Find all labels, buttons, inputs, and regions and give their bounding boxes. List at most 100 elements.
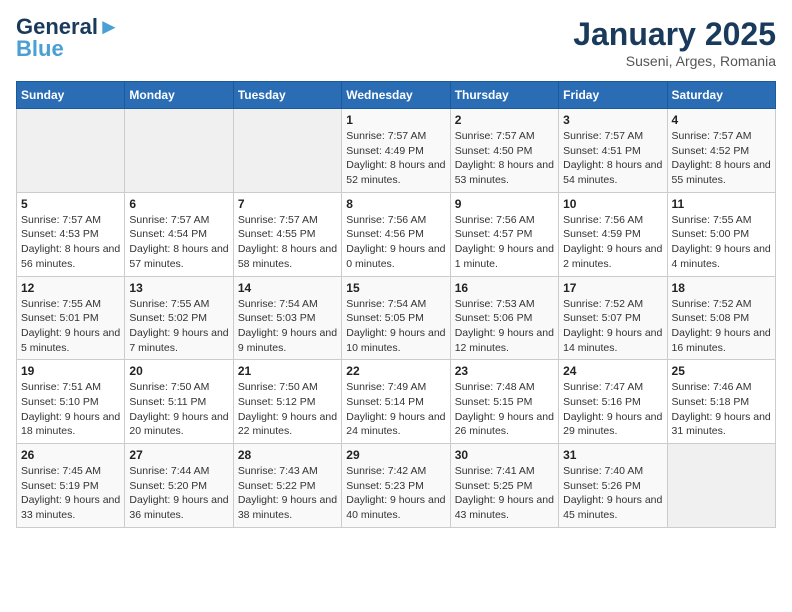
calendar-cell: 31Sunrise: 7:40 AM Sunset: 5:26 PM Dayli…	[559, 444, 667, 528]
calendar-cell: 19Sunrise: 7:51 AM Sunset: 5:10 PM Dayli…	[17, 360, 125, 444]
calendar-cell	[17, 109, 125, 193]
day-info: Sunrise: 7:55 AM Sunset: 5:01 PM Dayligh…	[21, 297, 120, 356]
calendar-week-row: 19Sunrise: 7:51 AM Sunset: 5:10 PM Dayli…	[17, 360, 776, 444]
calendar-cell: 22 Sunrise: 7:49 AM Sunset: 5:14 PM Dayli…	[342, 360, 450, 444]
calendar-cell: 26 Sunrise: 7:45 AM Sunset: 5:19 PM Dayli…	[17, 444, 125, 528]
calendar-cell: 4Sunrise: 7:57 AM Sunset: 4:52 PM Daylig…	[667, 109, 775, 193]
day-info: Sunrise: 7:54 AM Sunset: 5:03 PM Dayligh…	[238, 297, 337, 356]
day-number: 2	[455, 113, 554, 127]
day-info: Sunrise: 7:45 AM Sunset: 5:19 PM Dayligh…	[21, 464, 120, 523]
location-subtitle: Suseni, Arges, Romania	[573, 53, 776, 69]
day-info: Sunrise: 7:57 AM Sunset: 4:51 PM Dayligh…	[563, 129, 662, 188]
calendar-table: SundayMondayTuesdayWednesdayThursdayFrid…	[16, 81, 776, 528]
day-number: 26	[21, 448, 120, 462]
calendar-day-header: Sunday	[17, 82, 125, 109]
calendar-cell	[125, 109, 233, 193]
day-info: Sunrise: 7:44 AM Sunset: 5:20 PM Dayligh…	[129, 464, 228, 523]
day-info: Sunrise: 7:57 AM Sunset: 4:49 PM Dayligh…	[346, 129, 445, 188]
day-info: Sunrise: 7:56 AM Sunset: 4:59 PM Dayligh…	[563, 213, 662, 272]
day-info: Sunrise: 7:40 AM Sunset: 5:26 PM Dayligh…	[563, 464, 662, 523]
day-number: 30	[455, 448, 554, 462]
day-number: 8	[346, 197, 445, 211]
calendar-cell: 17 Sunrise: 7:52 AM Sunset: 5:07 PM Dayli…	[559, 276, 667, 360]
logo-subtext: Blue	[16, 38, 120, 60]
calendar-cell: 2 Sunrise: 7:57 AM Sunset: 4:50 PM Daylig…	[450, 109, 558, 193]
calendar-cell: 23 Sunrise: 7:48 AM Sunset: 5:15 PM Dayli…	[450, 360, 558, 444]
calendar-cell: 12 Sunrise: 7:55 AM Sunset: 5:01 PM Dayli…	[17, 276, 125, 360]
day-number: 21	[238, 364, 337, 378]
calendar-cell: 30Sunrise: 7:41 AM Sunset: 5:25 PM Dayli…	[450, 444, 558, 528]
day-number: 9	[455, 197, 554, 211]
day-info: Sunrise: 7:57 AM Sunset: 4:50 PM Dayligh…	[455, 129, 554, 188]
calendar-week-row: 12 Sunrise: 7:55 AM Sunset: 5:01 PM Dayli…	[17, 276, 776, 360]
calendar-day-header: Friday	[559, 82, 667, 109]
day-number: 16	[455, 281, 554, 295]
calendar-cell: 7Sunrise: 7:57 AM Sunset: 4:55 PM Daylig…	[233, 192, 341, 276]
calendar-cell: 18Sunrise: 7:52 AM Sunset: 5:08 PM Dayli…	[667, 276, 775, 360]
day-info: Sunrise: 7:56 AM Sunset: 4:57 PM Dayligh…	[455, 213, 554, 272]
day-number: 1	[346, 113, 445, 127]
calendar-cell	[233, 109, 341, 193]
day-info: Sunrise: 7:53 AM Sunset: 5:06 PM Dayligh…	[455, 297, 554, 356]
calendar-week-row: 5Sunrise: 7:57 AM Sunset: 4:53 PM Daylig…	[17, 192, 776, 276]
calendar-week-row: 1 Sunrise: 7:57 AM Sunset: 4:49 PM Daylig…	[17, 109, 776, 193]
day-info: Sunrise: 7:47 AM Sunset: 5:16 PM Dayligh…	[563, 380, 662, 439]
calendar-cell: 3 Sunrise: 7:57 AM Sunset: 4:51 PM Daylig…	[559, 109, 667, 193]
calendar-day-header: Wednesday	[342, 82, 450, 109]
day-info: Sunrise: 7:50 AM Sunset: 5:11 PM Dayligh…	[129, 380, 228, 439]
calendar-day-header: Saturday	[667, 82, 775, 109]
day-number: 3	[563, 113, 662, 127]
day-number: 23	[455, 364, 554, 378]
day-number: 14	[238, 281, 337, 295]
calendar-cell: 21Sunrise: 7:50 AM Sunset: 5:12 PM Dayli…	[233, 360, 341, 444]
day-info: Sunrise: 7:57 AM Sunset: 4:52 PM Dayligh…	[672, 129, 771, 188]
day-number: 13	[129, 281, 228, 295]
day-number: 18	[672, 281, 771, 295]
calendar-cell: 10 Sunrise: 7:56 AM Sunset: 4:59 PM Dayli…	[559, 192, 667, 276]
logo: General► Blue	[16, 16, 120, 60]
day-info: Sunrise: 7:52 AM Sunset: 5:07 PM Dayligh…	[563, 297, 662, 356]
day-info: Sunrise: 7:56 AM Sunset: 4:56 PM Dayligh…	[346, 213, 445, 272]
day-number: 10	[563, 197, 662, 211]
calendar-cell: 28Sunrise: 7:43 AM Sunset: 5:22 PM Dayli…	[233, 444, 341, 528]
calendar-week-row: 26 Sunrise: 7:45 AM Sunset: 5:19 PM Dayli…	[17, 444, 776, 528]
calendar-cell: 1 Sunrise: 7:57 AM Sunset: 4:49 PM Daylig…	[342, 109, 450, 193]
day-number: 12	[21, 281, 120, 295]
page-header: General► Blue January 2025 Suseni, Arges…	[16, 16, 776, 69]
calendar-cell: 27Sunrise: 7:44 AM Sunset: 5:20 PM Dayli…	[125, 444, 233, 528]
calendar-cell: 6 Sunrise: 7:57 AM Sunset: 4:54 PM Daylig…	[125, 192, 233, 276]
day-info: Sunrise: 7:55 AM Sunset: 5:02 PM Dayligh…	[129, 297, 228, 356]
day-info: Sunrise: 7:48 AM Sunset: 5:15 PM Dayligh…	[455, 380, 554, 439]
calendar-cell: 16 Sunrise: 7:53 AM Sunset: 5:06 PM Dayli…	[450, 276, 558, 360]
day-number: 28	[238, 448, 337, 462]
calendar-cell: 24 Sunrise: 7:47 AM Sunset: 5:16 PM Dayli…	[559, 360, 667, 444]
calendar-day-header: Monday	[125, 82, 233, 109]
calendar-cell: 20 Sunrise: 7:50 AM Sunset: 5:11 PM Dayli…	[125, 360, 233, 444]
day-info: Sunrise: 7:49 AM Sunset: 5:14 PM Dayligh…	[346, 380, 445, 439]
calendar-cell	[667, 444, 775, 528]
day-number: 6	[129, 197, 228, 211]
day-info: Sunrise: 7:42 AM Sunset: 5:23 PM Dayligh…	[346, 464, 445, 523]
calendar-cell: 5Sunrise: 7:57 AM Sunset: 4:53 PM Daylig…	[17, 192, 125, 276]
calendar-cell: 25 Sunrise: 7:46 AM Sunset: 5:18 PM Dayli…	[667, 360, 775, 444]
day-info: Sunrise: 7:55 AM Sunset: 5:00 PM Dayligh…	[672, 213, 771, 272]
calendar-header-row: SundayMondayTuesdayWednesdayThursdayFrid…	[17, 82, 776, 109]
day-info: Sunrise: 7:51 AM Sunset: 5:10 PM Dayligh…	[21, 380, 120, 439]
logo-text: General►	[16, 16, 120, 38]
day-info: Sunrise: 7:46 AM Sunset: 5:18 PM Dayligh…	[672, 380, 771, 439]
day-number: 24	[563, 364, 662, 378]
calendar-cell: 11 Sunrise: 7:55 AM Sunset: 5:00 PM Dayli…	[667, 192, 775, 276]
calendar-cell: 13 Sunrise: 7:55 AM Sunset: 5:02 PM Dayli…	[125, 276, 233, 360]
day-number: 22	[346, 364, 445, 378]
day-number: 17	[563, 281, 662, 295]
calendar-cell: 9 Sunrise: 7:56 AM Sunset: 4:57 PM Daylig…	[450, 192, 558, 276]
day-number: 25	[672, 364, 771, 378]
calendar-cell: 8 Sunrise: 7:56 AM Sunset: 4:56 PM Daylig…	[342, 192, 450, 276]
day-number: 20	[129, 364, 228, 378]
day-number: 11	[672, 197, 771, 211]
day-number: 7	[238, 197, 337, 211]
calendar-cell: 29Sunrise: 7:42 AM Sunset: 5:23 PM Dayli…	[342, 444, 450, 528]
calendar-day-header: Thursday	[450, 82, 558, 109]
day-info: Sunrise: 7:57 AM Sunset: 4:54 PM Dayligh…	[129, 213, 228, 272]
calendar-cell: 15Sunrise: 7:54 AM Sunset: 5:05 PM Dayli…	[342, 276, 450, 360]
